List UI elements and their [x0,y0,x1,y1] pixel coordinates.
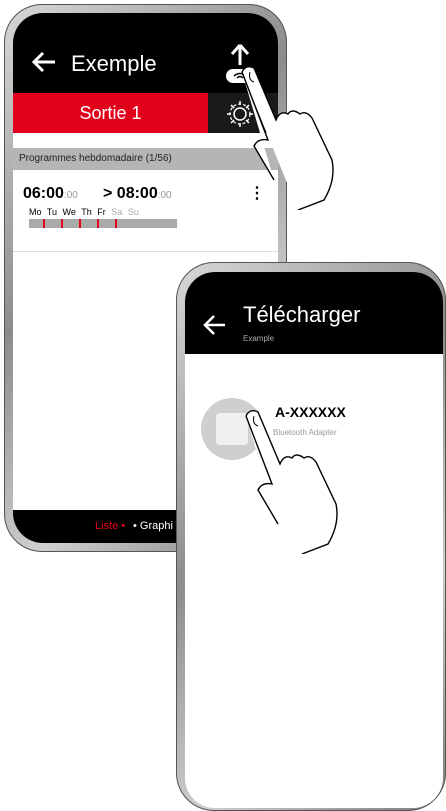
app-bar-2: Télécharger Example [185,272,443,354]
back-arrow-icon[interactable] [203,314,227,336]
pointing-hand-illustration [241,65,334,210]
day-tu: Tu [46,207,58,217]
day-fr: Fr [97,207,106,217]
weekday-labels: Mo Tu We Th Fr Sa Su [29,207,142,217]
timeline-mark [115,219,117,228]
back-arrow-icon[interactable] [31,51,57,73]
timeline-mark [97,219,99,228]
day-su: Su [127,207,139,217]
liste-tab[interactable]: Liste • [95,510,125,543]
timeline-mark [61,219,63,228]
tab-output[interactable]: Sortie 1 [13,93,208,133]
day-th: Th [81,207,92,217]
timeline-mark [43,219,45,228]
start-time: 06:00:00 [23,185,78,202]
page-subtitle: Example [243,334,275,343]
day-mo: Mo [29,207,42,217]
pointing-hand-illustration [245,409,338,554]
day-sa: Sa [111,207,123,217]
timeline-mark [79,219,81,228]
divider [13,251,278,252]
page-title: Télécharger [243,302,361,327]
end-time: > 08:00:00 [103,185,172,202]
page-title: Exemple [71,51,157,76]
graph-tab[interactable]: • Graphi [133,510,173,543]
day-we: We [62,207,76,217]
week-timeline-bar [29,219,177,228]
